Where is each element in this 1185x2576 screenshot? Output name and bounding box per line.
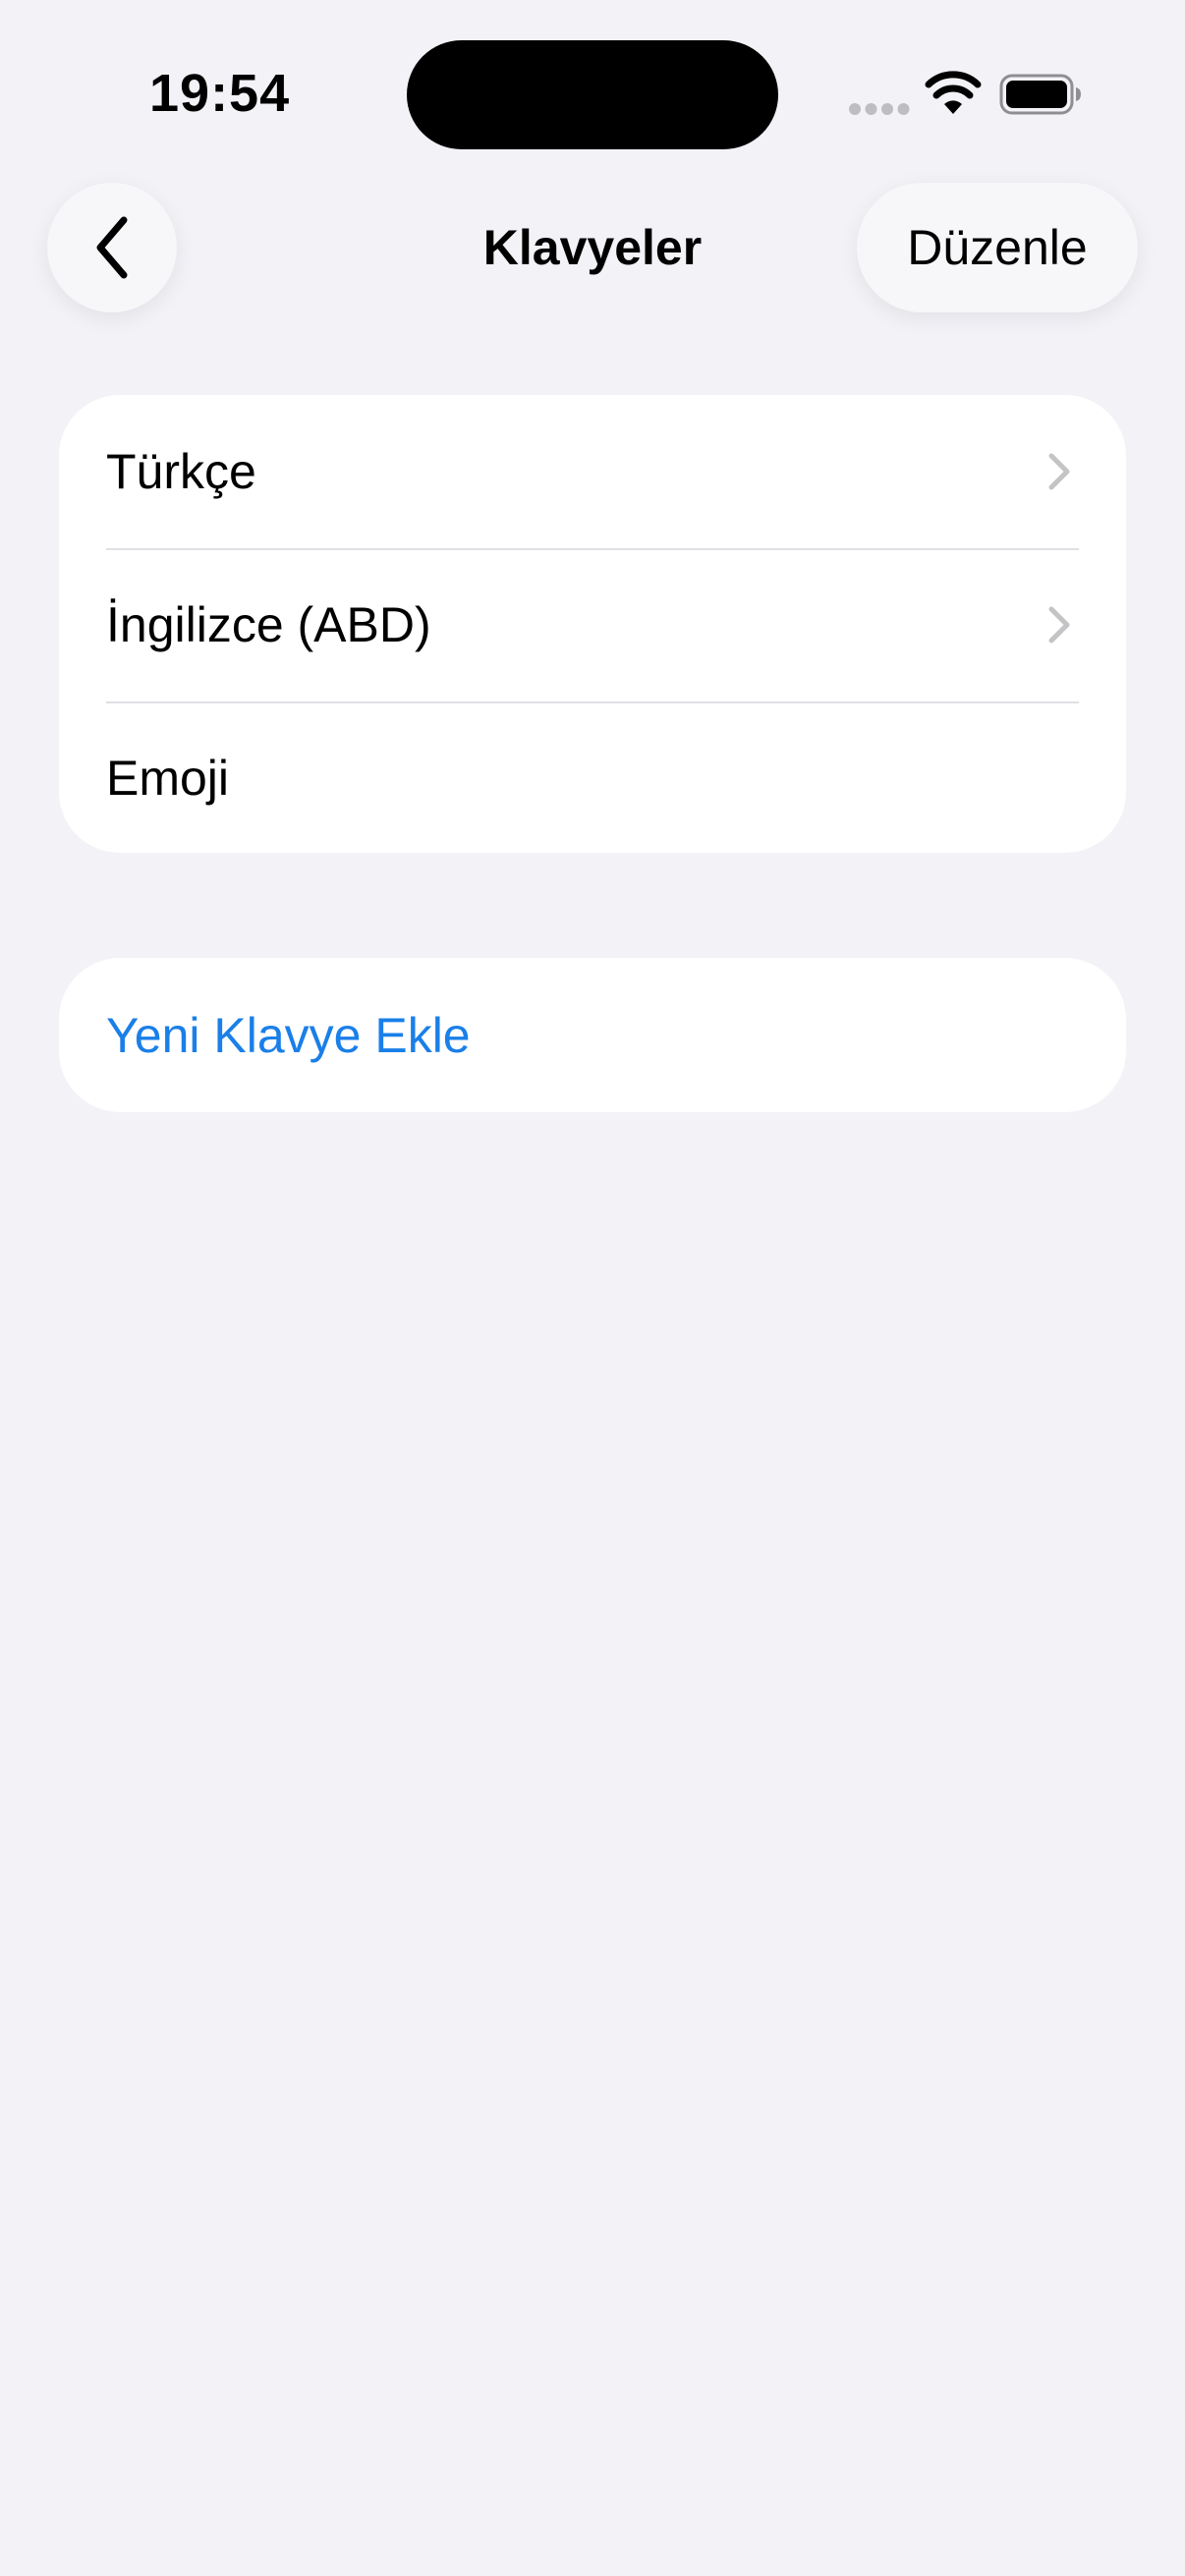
keyboard-item-english-us[interactable]: İngilizce (ABD) [59,548,1126,701]
keyboard-item-label: Türkçe [106,444,256,499]
cellular-signal-icon [849,103,910,115]
dynamic-island [407,40,778,149]
keyboard-item-label: İngilizce (ABD) [106,597,431,652]
chevron-right-icon [1048,453,1070,490]
wifi-icon [925,71,982,114]
status-time: 19:54 [149,64,291,123]
battery-icon [999,74,1081,115]
keyboards-list: Türkçe İngilizce (ABD) Emoji [59,395,1126,853]
keyboards-settings-screen: 19:54 Klavyeler Düzenle Türkçe İngilizce… [0,0,1185,2576]
add-keyboard-button[interactable]: Yeni Klavye Ekle [59,958,1126,1112]
edit-button[interactable]: Düzenle [857,183,1138,312]
chevron-right-icon [1048,606,1070,644]
keyboard-item-turkish[interactable]: Türkçe [59,395,1126,548]
add-keyboard-section: Yeni Klavye Ekle [59,958,1126,1112]
keyboard-item-emoji[interactable]: Emoji [59,701,1126,853]
keyboard-item-label: Emoji [106,751,230,806]
